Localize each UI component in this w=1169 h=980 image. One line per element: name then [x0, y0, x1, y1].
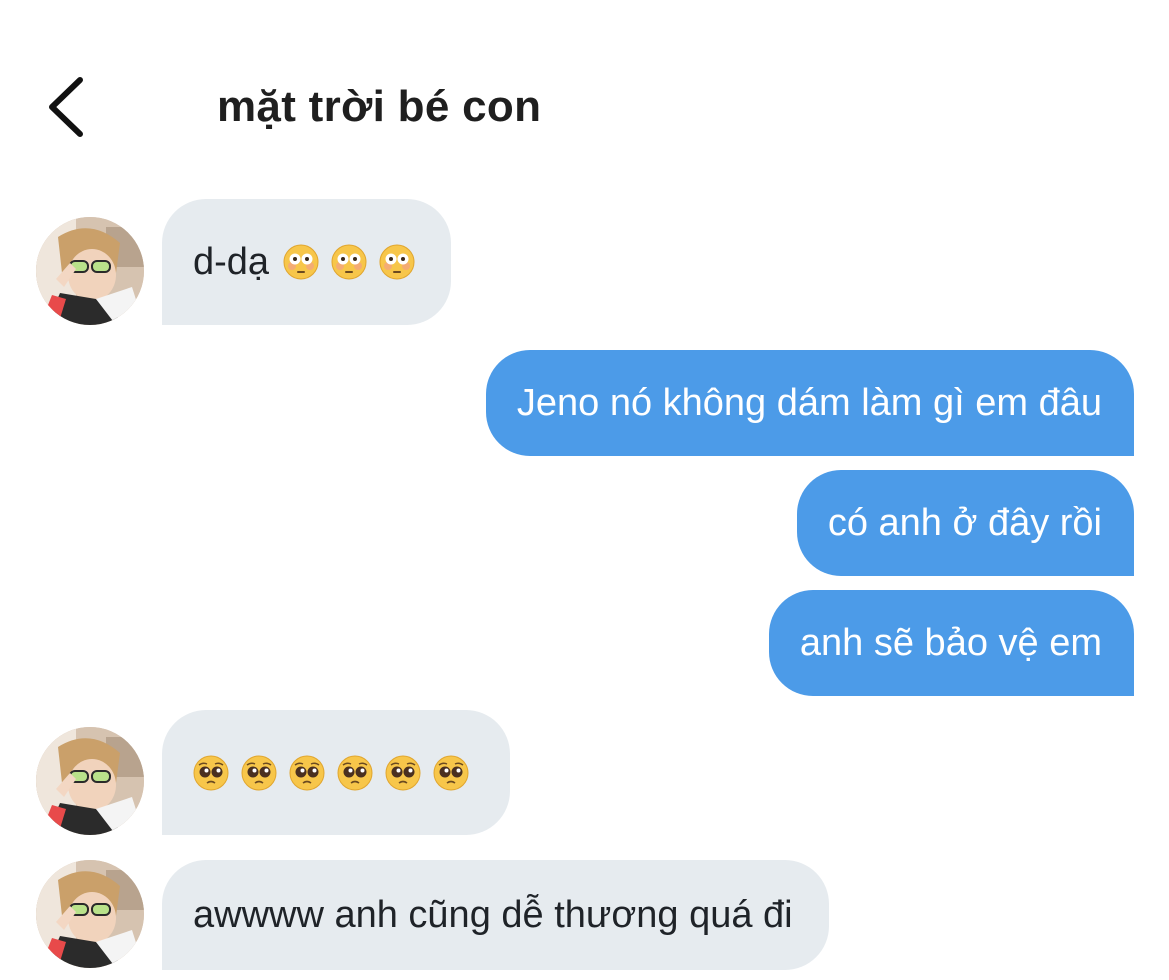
emoji-group: [283, 244, 415, 280]
message-text: d-dạ: [193, 240, 270, 283]
avatar[interactable]: [36, 217, 144, 325]
avatar[interactable]: [36, 727, 144, 835]
pleading-face-icon: [385, 755, 421, 791]
flushed-face-icon: [379, 244, 415, 280]
message-text: Jeno nó không dám làm gì em đâu: [516, 381, 1102, 424]
incoming-message[interactable]: [162, 710, 510, 835]
message-text: có anh ở đây rồi: [827, 501, 1102, 544]
outgoing-message[interactable]: có anh ở đây rồi: [796, 470, 1134, 576]
pleading-face-icon: [337, 755, 373, 791]
flushed-face-icon: [283, 244, 319, 280]
chevron-left-icon: [49, 77, 83, 137]
flushed-face-icon: [331, 244, 367, 280]
pleading-face-icon: [289, 755, 325, 791]
conversation-title: mặt trời bé con: [217, 82, 542, 131]
incoming-message[interactable]: awwww anh cũng dễ thương quá đi: [162, 860, 829, 970]
incoming-message[interactable]: d-dạ: [162, 199, 452, 325]
pleading-face-icon: [193, 755, 229, 791]
chat-header: mặt trời bé con: [0, 0, 1169, 180]
pleading-face-icon: [433, 755, 469, 791]
pleading-face-icon: [241, 755, 277, 791]
message-text: awwww anh cũng dễ thương quá đi: [193, 893, 793, 936]
outgoing-message[interactable]: Jeno nó không dám làm gì em đâu: [485, 350, 1134, 456]
outgoing-message[interactable]: anh sẽ bảo vệ em: [768, 590, 1134, 696]
avatar[interactable]: [36, 860, 144, 968]
message-text: anh sẽ bảo vệ em: [799, 621, 1102, 664]
emoji-group: [193, 755, 469, 791]
back-button[interactable]: [40, 72, 100, 142]
